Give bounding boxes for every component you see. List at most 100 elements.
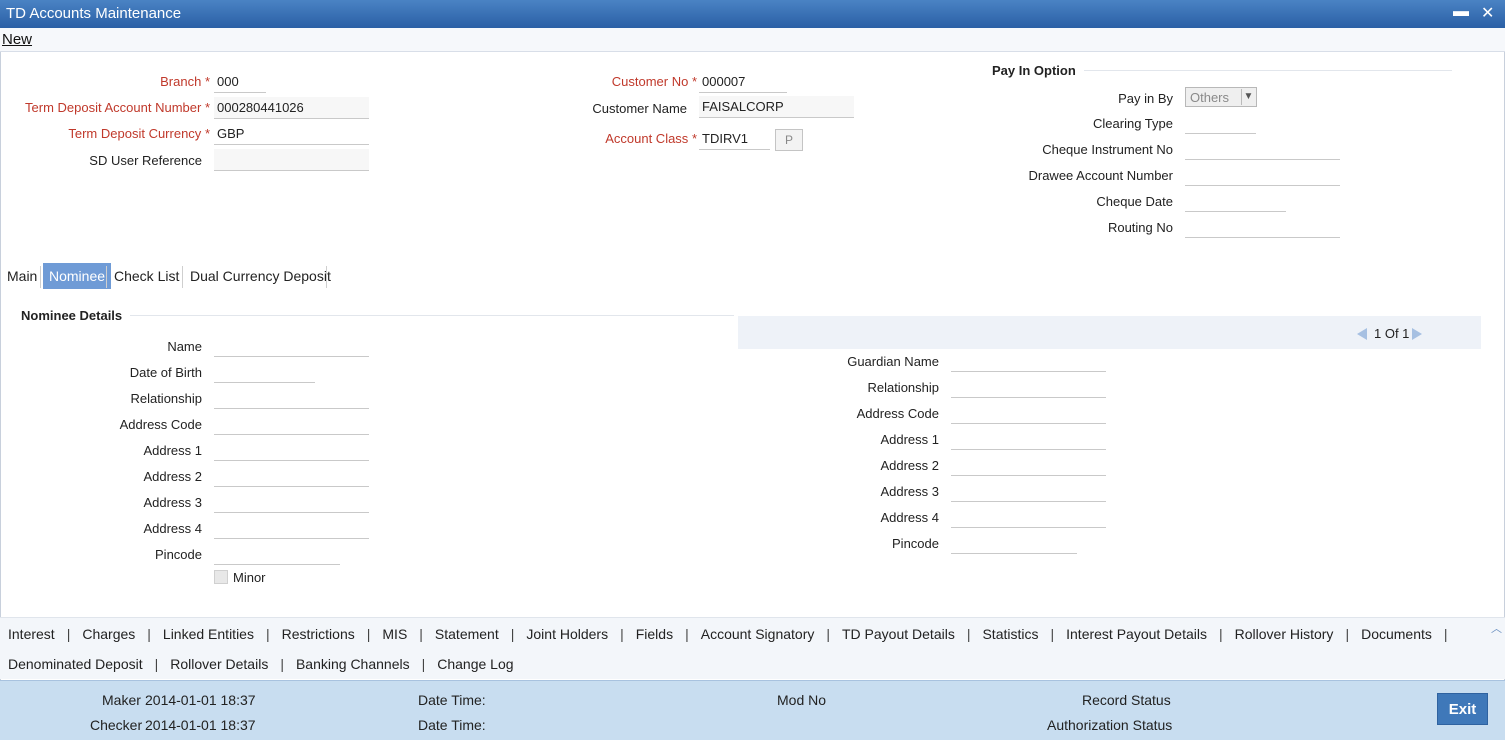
guardian-address4-label: Address 4 [880,510,939,525]
link-separator: | [826,626,830,642]
link-separator: | [366,626,371,642]
account-class-field[interactable] [699,128,770,150]
link-separator: | [265,626,270,642]
sub-link-account-signatory[interactable]: Account Signatory [701,626,815,642]
sub-link-charges[interactable]: Charges [82,626,135,642]
cheque-instrument-no-field[interactable] [1185,138,1340,160]
sub-link-fields[interactable]: Fields [636,626,673,642]
link-separator: | [620,626,624,642]
nominee-address3-field[interactable] [214,491,369,513]
nominee-address2-field[interactable] [214,465,369,487]
checker-date-time-label: Date Time: [418,717,486,733]
sub-link-interest-payout-details[interactable]: Interest Payout Details [1066,626,1207,642]
guardian-name-label: Guardian Name [847,354,939,369]
clearing-type-label: Clearing Type [1093,116,1173,131]
routing-no-label: Routing No [1107,220,1173,235]
sub-link-documents[interactable]: Documents [1361,626,1432,642]
customer-no-field[interactable] [699,71,787,93]
next-record-icon[interactable] [1412,328,1422,340]
nominee-dob-field[interactable] [214,361,315,383]
customer-name-field[interactable] [699,96,854,118]
tab-separator [182,266,183,288]
guardian-address-code-field[interactable] [951,402,1106,424]
nominee-address2-label: Address 2 [143,469,202,484]
nominee-details-title: Nominee Details [21,308,123,323]
new-link[interactable]: New [2,31,32,48]
sub-link-td-payout-details[interactable]: TD Payout Details [842,626,955,642]
link-separator: | [685,626,689,642]
sub-link-rollover-details[interactable]: Rollover Details [170,656,268,672]
pager-text: 1 Of 1 [1374,326,1410,341]
sub-link-statement[interactable]: Statement [435,626,499,642]
chevron-down-icon: ▼ [1241,89,1255,105]
sub-link-denominated-deposit[interactable]: Denominated Deposit [8,656,143,672]
guardian-address-code-label: Address Code [856,406,939,421]
guardian-address1-field[interactable] [951,428,1106,450]
guardian-address2-label: Address 2 [880,458,939,473]
sub-link-joint-holders[interactable]: Joint Holders [526,626,608,642]
drawee-account-number-field[interactable] [1185,164,1340,186]
nominee-pager-bar [738,316,1481,349]
routing-no-field[interactable] [1185,216,1340,238]
branch-label: Branch * [160,74,210,89]
tab-check-list[interactable]: Check List [108,263,185,289]
guardian-address1-label: Address 1 [880,432,939,447]
nominee-name-field[interactable] [214,335,369,357]
link-separator: | [419,626,423,642]
pay-in-by-select[interactable]: Others ▼ [1185,87,1257,107]
nominee-address4-label: Address 4 [143,521,202,536]
pay-in-option-title: Pay In Option [992,63,1076,78]
clearing-type-field[interactable] [1185,112,1256,134]
nominee-pincode-field[interactable] [214,543,340,565]
window-title: TD Accounts Maintenance [6,5,182,22]
tab-nominee[interactable]: Nominee [43,263,112,289]
sub-link-interest[interactable]: Interest [8,626,55,642]
scroll-up-icon[interactable]: ︿ [1491,620,1502,636]
link-separator: | [1443,626,1448,642]
td-currency-field[interactable] [214,123,369,145]
tab-dual-currency-deposit[interactable]: Dual Currency Deposit [184,263,337,289]
sub-link-restrictions[interactable]: Restrictions [282,626,355,642]
sub-link-rollover-history[interactable]: Rollover History [1235,626,1334,642]
account-class-lookup-button[interactable]: P [775,129,803,151]
sub-link-mis[interactable]: MIS [382,626,407,642]
nominee-address-code-label: Address Code [119,417,202,432]
guardian-address3-field[interactable] [951,480,1106,502]
td-account-number-field[interactable] [214,97,369,119]
td-currency-label: Term Deposit Currency * [68,126,210,141]
nominee-address-code-field[interactable] [214,413,369,435]
sub-link-linked-entities[interactable]: Linked Entities [163,626,254,642]
exit-button[interactable]: Exit [1437,693,1488,725]
minimize-icon[interactable]: ▬ [1453,3,1469,21]
maker-label: Maker [102,692,141,708]
sub-link-change-log[interactable]: Change Log [437,656,513,672]
title-bar: TD Accounts Maintenance ▬ ✕ [0,0,1505,28]
customer-name-label: Customer Name [592,101,687,116]
td-account-number-label: Term Deposit Account Number * [25,100,210,115]
branch-field[interactable] [214,71,266,93]
guardian-address2-field[interactable] [951,454,1106,476]
cheque-date-field[interactable] [1185,190,1286,212]
previous-record-icon[interactable] [1357,328,1367,340]
link-separator: | [421,656,426,672]
tab-separator [40,266,41,288]
sub-link-statistics[interactable]: Statistics [982,626,1038,642]
pay-in-divider [1084,70,1452,71]
sd-user-reference-field[interactable] [214,149,369,171]
nominee-address1-field[interactable] [214,439,369,461]
minor-checkbox[interactable] [214,570,228,584]
tab-main[interactable]: Main [1,263,43,289]
guardian-name-field[interactable] [951,350,1106,372]
nominee-relationship-field[interactable] [214,387,369,409]
guardian-pincode-label: Pincode [892,536,939,551]
nominee-dob-label: Date of Birth [129,365,202,380]
close-icon[interactable]: ✕ [1481,3,1494,23]
authorization-status-label: Authorization Status [1047,717,1173,733]
mod-no-label: Mod No [777,692,827,708]
nominee-address4-field[interactable] [214,517,369,539]
guardian-address4-field[interactable] [951,506,1106,528]
sub-link-banking-channels[interactable]: Banking Channels [296,656,410,672]
guardian-pincode-field[interactable] [951,532,1077,554]
guardian-relationship-field[interactable] [951,376,1106,398]
customer-no-label: Customer No * [611,74,697,89]
